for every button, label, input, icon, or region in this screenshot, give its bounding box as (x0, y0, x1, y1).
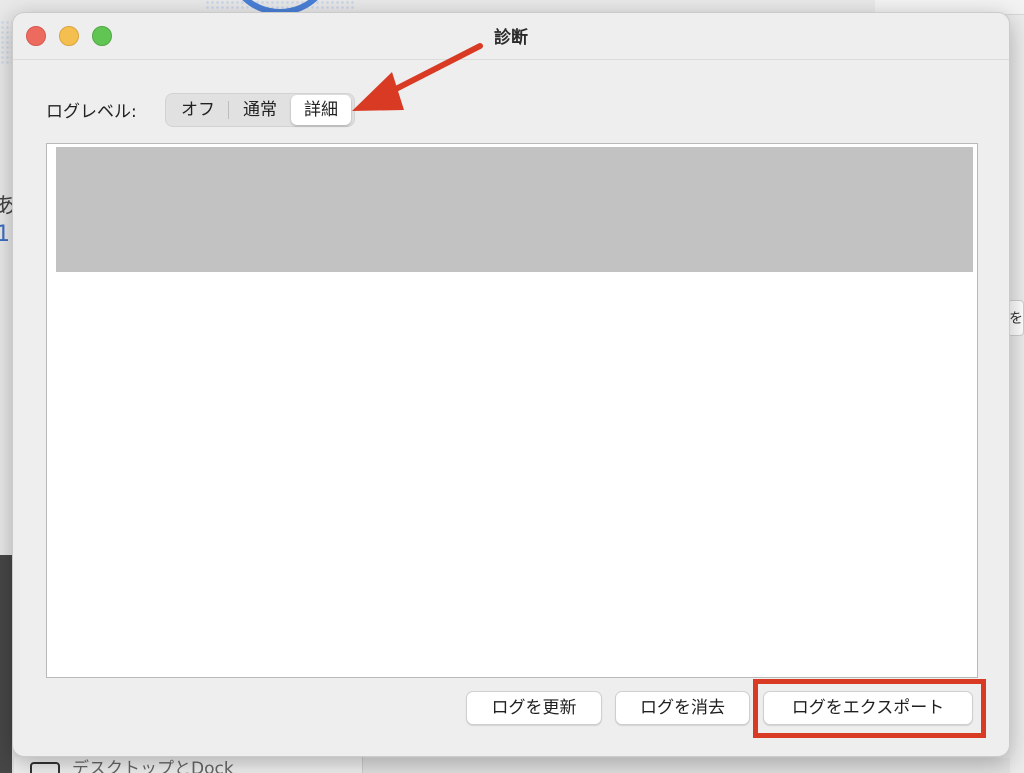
log-level-label: ログレベル: (46, 102, 137, 122)
diagnostics-window: 診断 ログレベル: オフ 通常 詳細 ログを更新 ログを消去 ログをエクスポート (12, 12, 1010, 757)
log-level-option-off[interactable]: オフ (168, 95, 228, 125)
background-link-fragment: 1 (0, 222, 10, 247)
window-title: 診断 (494, 28, 528, 48)
background-sidebar-item-label: デスクトップとDock (72, 759, 234, 773)
clear-log-button[interactable]: ログを消去 (615, 691, 750, 725)
log-selection-highlight (56, 147, 973, 272)
background-dark-panel (0, 555, 12, 773)
log-level-option-normal[interactable]: 通常 (229, 95, 291, 125)
background-window-edge (1010, 15, 1024, 773)
log-level-segmented-control: オフ 通常 詳細 (165, 93, 355, 127)
log-text-area[interactable] (46, 143, 978, 678)
log-level-option-detailed[interactable]: 詳細 (291, 95, 351, 125)
background-pattern-left (0, 20, 12, 66)
window-titlebar: 診断 (13, 13, 1009, 60)
export-button-highlight-box (753, 679, 986, 738)
refresh-log-button[interactable]: ログを更新 (466, 691, 602, 725)
desktop-dock-icon (30, 762, 60, 773)
